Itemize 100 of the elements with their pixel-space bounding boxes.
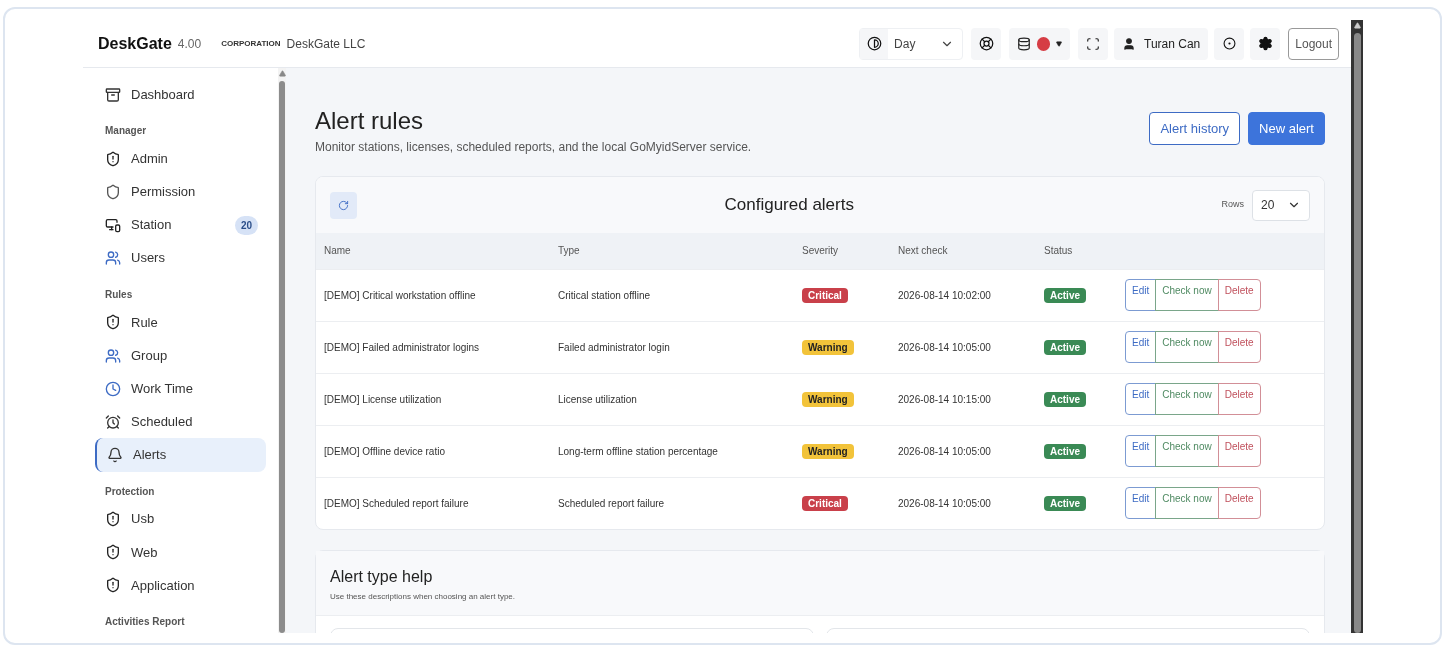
table-cell: Failed administrator login xyxy=(558,321,802,373)
card-title: Alert type help xyxy=(330,567,434,587)
delete-button[interactable]: Delete xyxy=(1217,279,1261,311)
ring-button[interactable] xyxy=(1214,27,1245,60)
table-cell: [DEMO] Offline device ratio xyxy=(316,425,558,477)
sidebar-item[interactable]: Station 20 xyxy=(95,208,266,242)
delete-button[interactable]: Delete xyxy=(1217,487,1261,520)
database-status-button[interactable] xyxy=(1009,27,1071,60)
table-cell: [DEMO] Failed administrator logins xyxy=(316,321,558,373)
shield-icon xyxy=(105,314,121,331)
shield-icon xyxy=(105,150,121,167)
theme-value: Day xyxy=(894,35,917,53)
edit-button[interactable]: Edit xyxy=(1125,487,1157,520)
sidebar-item[interactable]: Permission xyxy=(95,175,266,209)
scrollbar-thumb[interactable] xyxy=(279,81,285,633)
sidebar-item-label: Station xyxy=(131,216,173,235)
status-badge: Active xyxy=(1044,443,1086,459)
count-badge: 20 xyxy=(234,215,258,235)
severity-badge: Critical xyxy=(802,495,848,511)
shield-icon xyxy=(105,183,121,200)
scrollbar-thumb[interactable] xyxy=(1353,33,1361,633)
column-header: Type xyxy=(558,233,802,269)
sidebar-item-label: Group xyxy=(131,346,169,365)
delete-button[interactable]: Delete xyxy=(1217,331,1261,363)
corporation-name: DeskGate LLC xyxy=(286,35,366,53)
edit-button[interactable]: Edit xyxy=(1125,383,1157,415)
sidebar-item-label: Alerts xyxy=(133,446,168,465)
shield-icon xyxy=(105,577,121,594)
sidebar-item-label: Usb xyxy=(131,510,156,529)
table-cell: 2026-08-14 10:05:00 xyxy=(898,477,1044,529)
sidebar-item[interactable]: Application xyxy=(95,568,266,603)
status-badge: Active xyxy=(1044,287,1086,303)
table-cell: Long-term offline station percentage xyxy=(558,425,802,477)
help-button[interactable] xyxy=(971,27,1002,60)
sidebar-item[interactable]: Admin xyxy=(95,142,266,176)
edit-button[interactable]: Edit xyxy=(1125,435,1157,467)
users-icon xyxy=(105,347,121,364)
sidebar-item-label: Web xyxy=(131,543,159,562)
rows-label: Rows xyxy=(1221,198,1244,212)
table-cell: [DEMO] License utilization xyxy=(316,373,558,425)
severity-badge: Warning xyxy=(802,391,854,407)
sidebar-item[interactable]: Group xyxy=(95,338,266,373)
settings-button[interactable] xyxy=(1250,27,1281,60)
edit-button[interactable]: Edit xyxy=(1125,279,1157,311)
sidebar-item[interactable]: Web xyxy=(95,535,266,569)
tray-icon xyxy=(105,86,121,103)
table-cell: 2026-08-14 10:05:00 xyxy=(898,321,1044,373)
check-now-button[interactable]: Check now xyxy=(1155,331,1219,363)
delete-button[interactable]: Delete xyxy=(1217,435,1261,467)
check-now-button[interactable]: Check now xyxy=(1155,487,1219,520)
check-now-button[interactable]: Check now xyxy=(1155,435,1219,467)
database-icon xyxy=(1017,36,1032,51)
user-button[interactable]: Turan Can xyxy=(1114,27,1209,60)
check-now-button[interactable]: Check now xyxy=(1155,383,1219,415)
ring-icon xyxy=(1222,37,1236,50)
theme-selector[interactable]: Day xyxy=(859,27,964,60)
status-badge: Active xyxy=(1044,339,1086,355)
sidebar-item[interactable]: Usb xyxy=(95,502,266,536)
scroll-up-icon xyxy=(1353,22,1361,29)
sidebar-item-label: Dashboard xyxy=(131,85,196,104)
user-name: Turan Can xyxy=(1144,35,1201,53)
check-now-button[interactable]: Check now xyxy=(1155,279,1219,311)
rows-select[interactable]: 20 xyxy=(1252,189,1310,221)
column-header: Status xyxy=(1044,233,1125,269)
severity-badge: Warning xyxy=(802,443,854,459)
history-button[interactable]: Alert history xyxy=(1149,112,1241,145)
fullscreen-button[interactable] xyxy=(1078,27,1109,60)
contrast-icon xyxy=(866,36,882,51)
column-header: Name xyxy=(316,233,558,269)
bell-icon xyxy=(107,447,123,463)
table-cell: 2026-08-14 10:05:00 xyxy=(898,425,1044,477)
sidebar-item[interactable]: Rule xyxy=(95,305,266,339)
table-cell: 2026-08-14 10:15:00 xyxy=(898,373,1044,425)
new-alert-button[interactable]: New alert xyxy=(1248,112,1325,145)
scroll-up-icon xyxy=(278,70,286,77)
shield-icon xyxy=(105,544,121,561)
logout-button[interactable]: Logout xyxy=(1288,27,1339,60)
status-badge: Active xyxy=(1044,495,1086,511)
caret-icon xyxy=(1056,40,1063,47)
sidebar-item[interactable]: Dashboard xyxy=(95,78,266,112)
sidebar-item[interactable]: Scheduled xyxy=(95,405,266,439)
sidebar-item[interactable]: Alerts xyxy=(95,438,266,472)
corporation-label: CORPORATION xyxy=(221,37,281,50)
table-cell: Critical station offline xyxy=(558,269,802,321)
card-subtitle: Use these descriptions when choosing an alert type. xyxy=(330,591,516,603)
sidebar-item-label: Permission xyxy=(131,183,197,202)
refresh-button[interactable] xyxy=(330,191,357,219)
user-icon xyxy=(1122,36,1137,51)
sidebar-item[interactable]: Work Time xyxy=(95,372,266,406)
sidebar-item-label: Scheduled xyxy=(131,413,194,432)
table-cell: License utilization xyxy=(558,373,802,425)
column-header: Severity xyxy=(802,233,898,269)
sidebar-item-label: Users xyxy=(131,249,166,268)
page-subtitle: Monitor stations, licenses, scheduled reports, and the local GoMyidServer service. xyxy=(315,139,753,156)
edit-button[interactable]: Edit xyxy=(1125,331,1157,363)
sidebar-item-label: Admin xyxy=(131,150,169,168)
refresh-icon xyxy=(338,199,349,211)
delete-button[interactable]: Delete xyxy=(1217,383,1261,415)
sidebar-item[interactable]: Users xyxy=(95,241,266,275)
severity-badge: Critical xyxy=(802,287,848,303)
